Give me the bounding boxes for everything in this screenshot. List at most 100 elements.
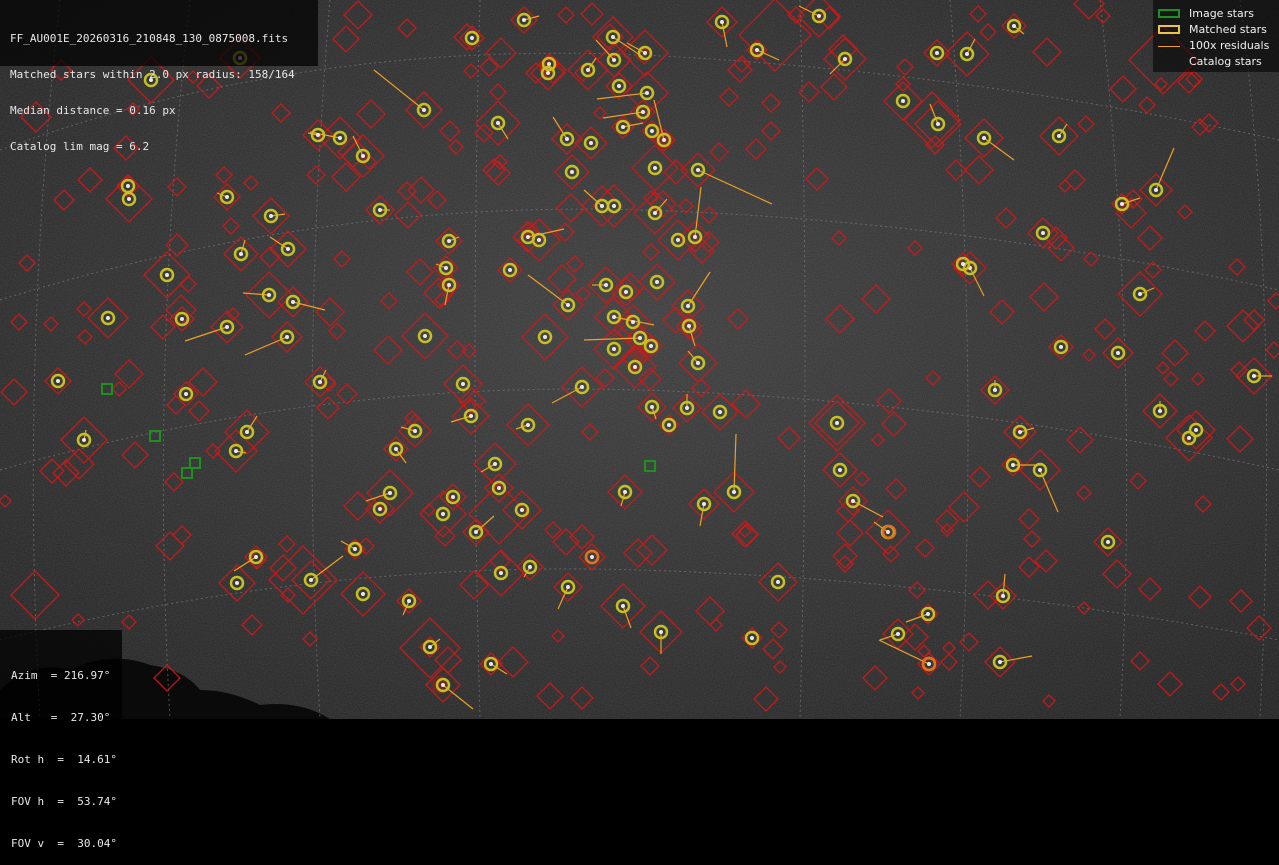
star-core: [184, 392, 188, 396]
star-core: [838, 468, 842, 472]
fit-info-panel: FF_AU001E_20260316_210848_130_0875008.fi…: [0, 0, 318, 153]
residual-line-icon: [1158, 46, 1180, 47]
star-core: [566, 303, 570, 307]
star-core: [612, 315, 616, 319]
filename-text: FF_AU001E_20260316_210848_130_0875008.fi…: [10, 32, 289, 45]
star-core: [565, 137, 569, 141]
star-core: [649, 344, 653, 348]
plot-legend: Image stars Matched stars 100x residuals…: [1153, 0, 1279, 72]
star-core: [570, 170, 574, 174]
star-core: [650, 405, 654, 409]
star-core: [407, 599, 411, 603]
star-core: [645, 91, 649, 95]
star-core: [537, 238, 541, 242]
fov-vertical-text: FOV v = 30.04°: [11, 837, 117, 850]
fov-horizontal-text: FOV h = 53.74°: [11, 795, 117, 808]
star-core: [621, 604, 625, 608]
star-core: [225, 325, 229, 329]
star-core: [686, 304, 690, 308]
star-core: [817, 14, 821, 18]
star-core: [926, 612, 930, 616]
star-core: [653, 166, 657, 170]
altitude-text: Alt = 27.30°: [11, 711, 111, 724]
star-core: [650, 129, 654, 133]
star-core: [696, 168, 700, 172]
legend-label: 100x residuals: [1189, 39, 1270, 52]
star-core: [496, 121, 500, 125]
star-core: [1059, 345, 1063, 349]
star-core: [309, 578, 313, 582]
star-core: [667, 423, 671, 427]
star-core: [659, 630, 663, 634]
matched-star-square-icon: [1158, 25, 1180, 34]
catalog-star-diamond-icon: [1158, 57, 1180, 66]
star-core: [1158, 409, 1162, 413]
star-core: [234, 449, 238, 453]
star-core: [693, 235, 697, 239]
star-core: [447, 239, 451, 243]
star-core: [361, 154, 365, 158]
star-core: [998, 660, 1002, 664]
star-core: [338, 136, 342, 140]
star-core: [378, 208, 382, 212]
legend-item-image-stars: Image stars: [1153, 6, 1279, 22]
star-core: [394, 447, 398, 451]
star-core: [82, 438, 86, 442]
pointing-info-panel: Azim = 216.97° Alt = 27.30° Rot h = 14.6…: [0, 630, 122, 850]
star-core: [441, 683, 445, 687]
star-core: [718, 410, 722, 414]
star-core: [617, 84, 621, 88]
star-core: [461, 382, 465, 386]
star-core: [267, 293, 271, 297]
star-core: [126, 184, 130, 188]
star-core: [1018, 430, 1022, 434]
star-core: [526, 235, 530, 239]
star-core: [696, 361, 700, 365]
star-core: [165, 273, 169, 277]
star-core: [1041, 231, 1045, 235]
star-core: [318, 380, 322, 384]
star-core: [750, 636, 754, 640]
star-core: [600, 204, 604, 208]
star-core: [225, 195, 229, 199]
star-core: [633, 365, 637, 369]
star-core: [361, 592, 365, 596]
star-core: [589, 141, 593, 145]
star-core: [643, 51, 647, 55]
star-core: [1194, 428, 1198, 432]
star-core: [1187, 436, 1191, 440]
star-core: [499, 571, 503, 575]
star-core: [543, 335, 547, 339]
star-core: [1154, 188, 1158, 192]
star-core: [843, 57, 847, 61]
star-core: [106, 316, 110, 320]
star-core: [776, 580, 780, 584]
star-core: [444, 266, 448, 270]
star-core: [982, 136, 986, 140]
star-core: [546, 71, 550, 75]
star-core: [961, 262, 965, 266]
star-core: [896, 632, 900, 636]
star-core: [1001, 594, 1005, 598]
star-core: [451, 495, 455, 499]
star-core: [285, 335, 289, 339]
star-core: [269, 214, 273, 218]
star-core: [993, 388, 997, 392]
star-core: [638, 336, 642, 340]
star-core: [239, 252, 243, 256]
image-star-square-icon: [1158, 9, 1180, 18]
star-core: [1011, 463, 1015, 467]
star-core: [604, 283, 608, 287]
star-core: [353, 547, 357, 551]
star-core: [245, 430, 249, 434]
star-core: [520, 508, 524, 512]
legend-item-catalog-stars: Catalog stars: [1153, 54, 1279, 70]
star-core: [441, 512, 445, 516]
star-core: [936, 122, 940, 126]
star-core: [1057, 134, 1061, 138]
star-core: [624, 290, 628, 294]
rotation-text: Rot h = 14.61°: [11, 753, 117, 766]
star-core: [927, 662, 931, 666]
star-core: [547, 62, 551, 66]
star-core: [1252, 374, 1256, 378]
